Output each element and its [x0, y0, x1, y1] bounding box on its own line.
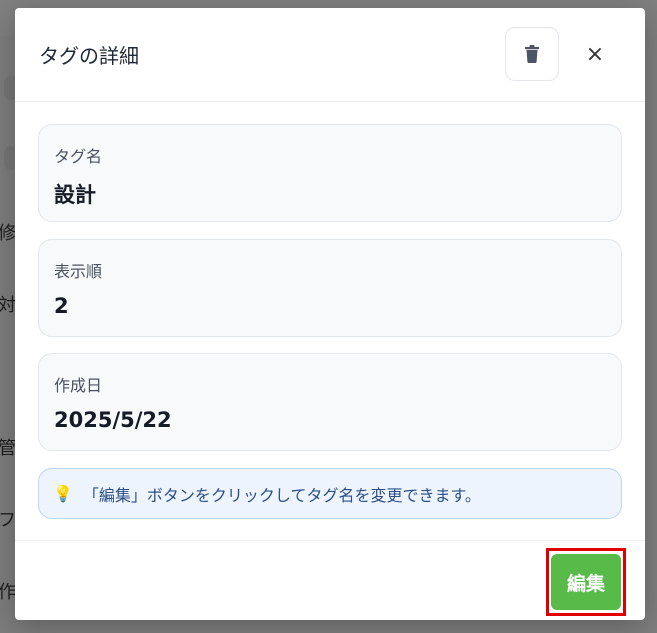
field-display-order: 表示順 2	[38, 239, 622, 337]
field-created-date: 作成日 2025/5/22	[38, 353, 622, 451]
modal-title: タグの詳細	[39, 44, 139, 68]
hint-text: 「編集」ボタンをクリックしてタグ名を変更できます。	[82, 485, 481, 505]
close-button[interactable]: ×	[581, 39, 609, 69]
field-value: 2025/5/22	[54, 408, 172, 432]
modal-header: タグの詳細 ×	[15, 8, 645, 102]
tag-detail-modal: タグの詳細 × タグ名 設計 表示順 2 作成日 2025/5/22 💡 「編集…	[15, 8, 645, 620]
background-text: フ	[0, 510, 16, 531]
field-label: 作成日	[54, 376, 103, 395]
edit-button[interactable]: 編集	[551, 554, 621, 610]
trash-icon	[525, 45, 539, 63]
field-tag-name: タグ名 設計	[38, 124, 622, 222]
field-label: タグ名	[54, 147, 103, 166]
hint-box: 💡 「編集」ボタンをクリックしてタグ名を変更できます。	[38, 468, 622, 519]
lightbulb-icon: 💡	[53, 484, 73, 503]
background-text: 修	[0, 223, 16, 244]
field-value: 設計	[54, 183, 96, 207]
field-label: 表示順	[54, 262, 103, 281]
background-text: 管	[0, 438, 16, 459]
delete-button[interactable]	[505, 27, 559, 81]
background-text: 対	[0, 295, 16, 316]
field-value: 2	[54, 294, 69, 318]
background-text: 作	[0, 582, 16, 603]
